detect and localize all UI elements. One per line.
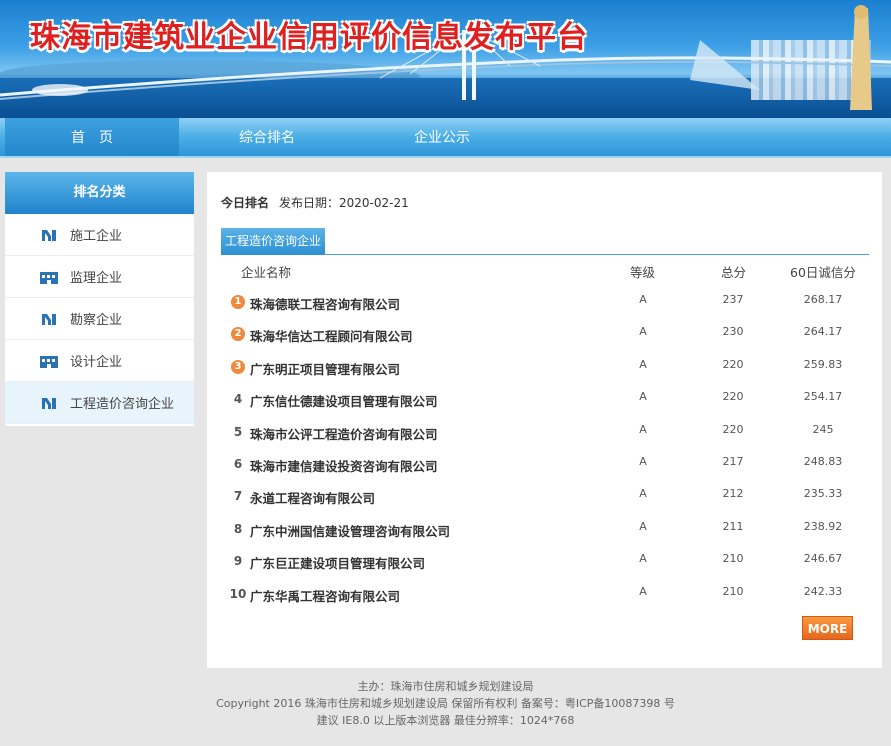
sidebar-item-label: 工程造价咨询企业 xyxy=(70,397,175,412)
footer-browser-note: 建议 IE8.0 以上版本浏览器 最佳分辨率：1024*768 xyxy=(316,714,575,727)
nav-home[interactable]: 首 页 xyxy=(5,118,179,156)
company-name-link[interactable]: 珠海德联工程咨询有限公司 xyxy=(250,294,400,313)
total-cell: 237 xyxy=(722,293,744,306)
company-name-link[interactable]: 广东明正项目管理有限公司 xyxy=(250,359,400,378)
sidebar-item-survey[interactable]: 勘察企业 xyxy=(5,298,194,340)
company-name-link[interactable]: 珠海市建信建设投资咨询有限公司 xyxy=(250,456,438,475)
total-cell: 211 xyxy=(722,519,744,533)
sidebar-item-label: 监理企业 xyxy=(70,271,123,286)
score60-cell: 248.83 xyxy=(803,454,843,468)
col-header-grade: 等级 xyxy=(630,265,656,280)
footer-sponsor: 主办：珠海市住房和城乡规划建设局 xyxy=(357,680,534,693)
col-header-company: 企业名称 xyxy=(241,265,292,280)
table-row: 10 广东华禹工程咨询有限公司 A 210 242.33 xyxy=(221,579,869,611)
score60-cell: 242.33 xyxy=(803,584,843,598)
table-row: 9 广东巨正建设项目管理有限公司 A 210 246.67 xyxy=(221,546,869,578)
main-nav: 首 页 综合排名 企业公示 xyxy=(0,118,891,158)
col-header-total: 总分 xyxy=(721,265,747,280)
table-row: 6 珠海市建信建设投资咨询有限公司 A 217 248.83 xyxy=(221,449,869,481)
company-name-link[interactable]: 广东巨正建设项目管理有限公司 xyxy=(250,553,425,572)
nav-overall-ranking[interactable]: 综合排名 xyxy=(195,118,339,156)
company-name-link[interactable]: 广东华禹工程咨询有限公司 xyxy=(250,586,400,605)
company-name-link[interactable]: 珠海市公评工程造价咨询有限公司 xyxy=(250,424,438,443)
rank-number: 7 xyxy=(233,489,243,504)
rank-number: 6 xyxy=(233,456,243,471)
rank-badge: 2 xyxy=(231,327,245,342)
sidebar-item-cost-consulting[interactable]: 工程造价咨询企业 xyxy=(5,382,194,424)
total-cell: 220 xyxy=(722,357,744,371)
today-ranking-label: 今日排名 xyxy=(221,196,270,210)
total-cell: 212 xyxy=(722,487,744,501)
score60-cell: 235.33 xyxy=(803,487,843,501)
crane-icon xyxy=(40,396,58,410)
company-name-link[interactable]: 永道工程咨询有限公司 xyxy=(250,488,375,507)
grade-cell: A xyxy=(639,454,647,468)
rank-number: 4 xyxy=(233,392,243,407)
table-row: 2 珠海华信达工程顾问有限公司 A 230 264.17 xyxy=(221,319,869,351)
total-cell: 230 xyxy=(722,325,744,339)
score60-cell: 259.83 xyxy=(803,357,843,371)
grade-cell: A xyxy=(639,519,647,533)
table-row: 7 永道工程咨询有限公司 A 212 235.33 xyxy=(221,481,869,513)
grade-cell: A xyxy=(639,293,647,306)
category-tabbar: 工程造价咨询企业 xyxy=(221,228,869,255)
sidebar-item-label: 勘察企业 xyxy=(70,313,123,328)
site-title: 珠海市建筑业企业信用评价信息发布平台 xyxy=(30,20,588,55)
col-header-score60: 60日诚信分 xyxy=(790,265,856,280)
rank-number: 8 xyxy=(233,521,243,536)
grade-cell: A xyxy=(639,552,647,566)
sidebar-item-design[interactable]: 设计企业 xyxy=(5,340,194,382)
total-cell: 210 xyxy=(722,584,744,598)
sidebar-title: 排名分类 xyxy=(5,172,194,214)
grade-cell: A xyxy=(639,325,647,339)
crane-icon xyxy=(40,228,58,242)
table-row: 4 广东信仕德建设项目管理有限公司 A 220 254.17 xyxy=(221,384,869,416)
footer-copyright: Copyright 2016 珠海市住房和城乡规划建设局 保留所有权利 备案号：… xyxy=(216,697,675,710)
company-name-link[interactable]: 珠海华信达工程顾问有限公司 xyxy=(250,326,413,345)
table-row: 8 广东中洲国信建设管理咨询有限公司 A 211 238.92 xyxy=(221,514,869,546)
grade-cell: A xyxy=(639,584,647,598)
score60-cell: 264.17 xyxy=(803,325,843,339)
more-button[interactable]: MORE xyxy=(802,616,853,640)
score60-cell: 238.92 xyxy=(803,519,843,533)
building-icon xyxy=(40,354,58,368)
footer: 主办：珠海市住房和城乡规划建设局 Copyright 2016 珠海市住房和城乡… xyxy=(0,678,891,729)
rank-number: 10 xyxy=(229,586,247,601)
sidebar-item-supervision[interactable]: 监理企业 xyxy=(5,256,194,298)
ranking-table: 1 珠海德联工程咨询有限公司 A 237 268.17 2 珠海华信达工程顾问有… xyxy=(221,287,869,611)
total-cell: 220 xyxy=(722,390,744,404)
total-cell: 220 xyxy=(722,422,744,436)
score60-cell: 254.17 xyxy=(803,390,843,404)
rank-badge: 3 xyxy=(231,359,245,374)
header-banner: 珠海市建筑业企业信用评价信息发布平台 xyxy=(0,0,891,118)
table-row: 1 珠海德联工程咨询有限公司 A 237 268.17 xyxy=(221,287,869,319)
crane-icon xyxy=(40,312,58,326)
publish-date: 发布日期：2020-02-21 xyxy=(279,196,409,210)
total-cell: 210 xyxy=(722,552,744,566)
score60-cell: 268.17 xyxy=(803,293,843,306)
ranking-panel: 今日排名 发布日期：2020-02-21 工程造价咨询企业 企业名称 等级 总分 … xyxy=(207,172,882,668)
grade-cell: A xyxy=(639,357,647,371)
sidebar-item-construction[interactable]: 施工企业 xyxy=(5,214,194,256)
tab-cost-consulting[interactable]: 工程造价咨询企业 xyxy=(221,228,326,255)
rank-badge: 1 xyxy=(231,295,245,309)
nav-company-notice[interactable]: 企业公示 xyxy=(370,118,514,156)
table-row: 3 广东明正项目管理有限公司 A 220 259.83 xyxy=(221,352,869,384)
rank-number: 9 xyxy=(233,554,243,569)
company-name-link[interactable]: 广东信仕德建设项目管理有限公司 xyxy=(250,391,438,410)
building-icon xyxy=(40,270,58,284)
table-row: 5 珠海市公评工程造价咨询有限公司 A 220 245 xyxy=(221,417,869,449)
total-cell: 217 xyxy=(722,454,744,468)
rank-number: 5 xyxy=(233,424,243,439)
sidebar-item-label: 设计企业 xyxy=(70,355,123,370)
ranking-meta: 今日排名 发布日期：2020-02-21 xyxy=(221,194,409,211)
grade-cell: A xyxy=(639,390,647,404)
score60-cell: 246.67 xyxy=(803,552,843,566)
company-name-link[interactable]: 广东中洲国信建设管理咨询有限公司 xyxy=(250,521,450,540)
ranking-category-sidebar: 排名分类 施工企业 监理企业 勘察企业 设计企业 工程造价咨询企业 xyxy=(5,172,194,426)
grade-cell: A xyxy=(639,487,647,501)
grade-cell: A xyxy=(639,422,647,436)
sidebar-item-label: 施工企业 xyxy=(70,229,123,244)
score60-cell: 245 xyxy=(812,422,834,436)
